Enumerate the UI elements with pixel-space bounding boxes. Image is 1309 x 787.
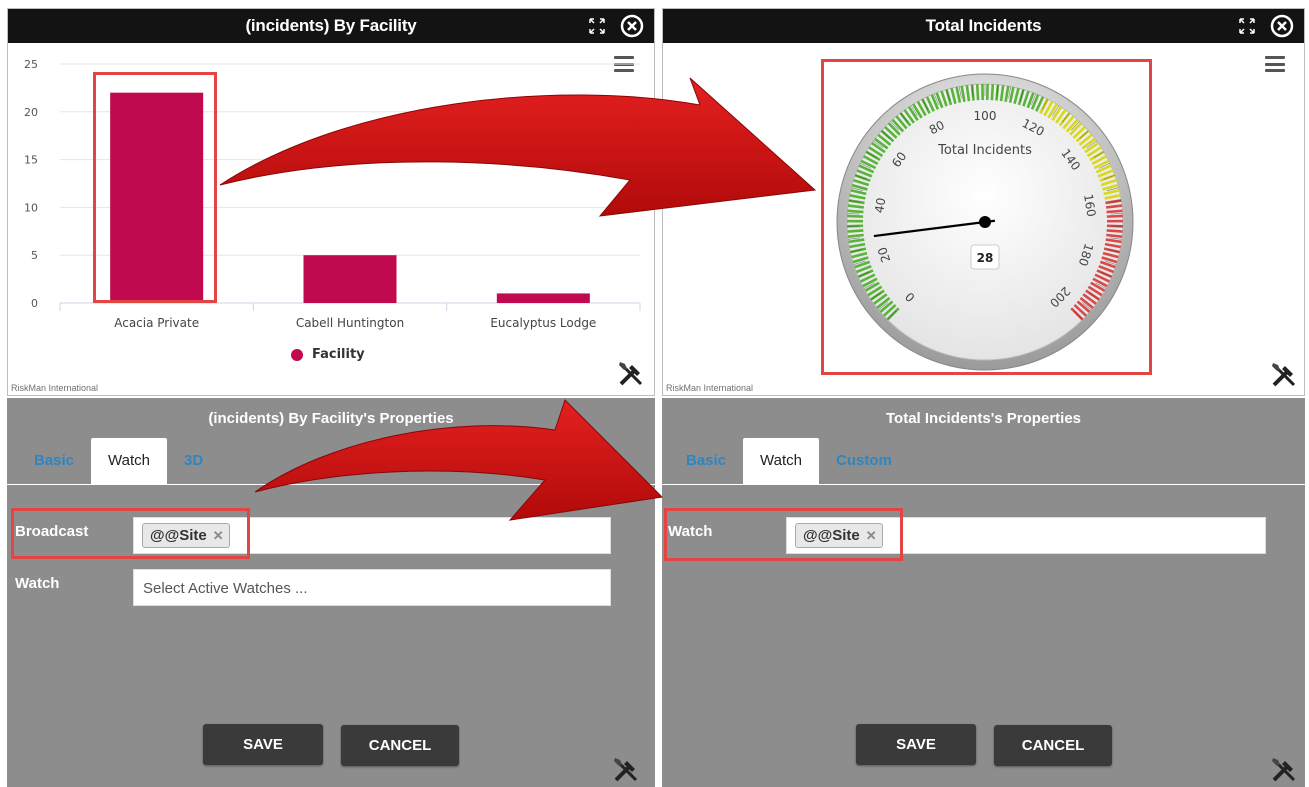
- tab-basic[interactable]: Basic: [17, 438, 91, 484]
- bar: [496, 293, 590, 303]
- tab-basic[interactable]: Basic: [669, 438, 743, 484]
- highlight-box-bar: [93, 72, 217, 303]
- properties-tabs: Basic Watch 3D: [17, 438, 220, 484]
- gauge-titlebar: Total Incidents: [663, 9, 1304, 43]
- y-tick-label: 10: [24, 201, 38, 214]
- bar-chart-titlebar: (incidents) By Facility: [8, 9, 654, 43]
- watch-select[interactable]: Select Active Watches ...: [133, 569, 611, 606]
- tools-icon[interactable]: [616, 359, 646, 389]
- y-tick-label: 20: [24, 106, 38, 119]
- save-button[interactable]: SAVE: [856, 724, 976, 765]
- y-tick-label: 15: [24, 154, 38, 167]
- y-tick-label: 5: [31, 249, 38, 262]
- legend-label: Facility: [312, 347, 365, 362]
- bar-chart-title: (incidents) By Facility: [245, 16, 417, 35]
- tools-icon[interactable]: [1269, 360, 1299, 390]
- bar: [303, 255, 397, 303]
- close-circle-icon[interactable]: [620, 14, 644, 38]
- chart-properties-panel: (incidents) By Facility's Properties Bas…: [7, 398, 655, 787]
- tab-divider: [662, 484, 1305, 485]
- x-tick-label: Eucalyptus Lodge: [490, 316, 596, 330]
- tab-watch[interactable]: Watch: [743, 438, 819, 484]
- tab-divider: [7, 484, 655, 485]
- highlight-box-broadcast: [11, 508, 250, 559]
- expand-icon[interactable]: [1238, 17, 1256, 35]
- highlight-box-watch: [664, 508, 903, 561]
- cancel-button[interactable]: CANCEL: [341, 725, 459, 766]
- gauge-properties-panel: Total Incidents's Properties Basic Watch…: [662, 398, 1305, 787]
- hamburger-menu-icon[interactable]: [1265, 56, 1285, 72]
- x-tick-label: Acacia Private: [114, 316, 199, 330]
- tools-icon[interactable]: [611, 755, 641, 785]
- save-button[interactable]: SAVE: [203, 724, 323, 765]
- tab-3d[interactable]: 3D: [167, 438, 220, 484]
- tools-icon[interactable]: [1269, 755, 1299, 785]
- tab-watch[interactable]: Watch: [91, 438, 167, 484]
- highlight-box-gauge: [821, 59, 1152, 375]
- tab-custom[interactable]: Custom: [819, 438, 909, 484]
- legend-swatch: [291, 348, 303, 361]
- x-tick-label: Cabell Huntington: [296, 316, 404, 330]
- watch-label: Watch: [15, 575, 60, 592]
- properties-tabs: Basic Watch Custom: [669, 438, 909, 484]
- properties-title: (incidents) By Facility's Properties: [208, 410, 454, 427]
- cancel-button[interactable]: CANCEL: [994, 725, 1112, 766]
- expand-icon[interactable]: [588, 17, 606, 35]
- close-circle-icon[interactable]: [1270, 14, 1294, 38]
- brand-credit: RiskMan International: [666, 383, 754, 393]
- gauge-title: Total Incidents: [925, 16, 1042, 35]
- brand-credit: RiskMan International: [11, 383, 99, 393]
- chart-legend[interactable]: Facility: [291, 347, 365, 362]
- y-tick-label: 25: [24, 58, 38, 71]
- watch-placeholder: Select Active Watches ...: [143, 580, 308, 597]
- y-tick-label: 0: [31, 297, 38, 310]
- properties-title: Total Incidents's Properties: [886, 410, 1081, 427]
